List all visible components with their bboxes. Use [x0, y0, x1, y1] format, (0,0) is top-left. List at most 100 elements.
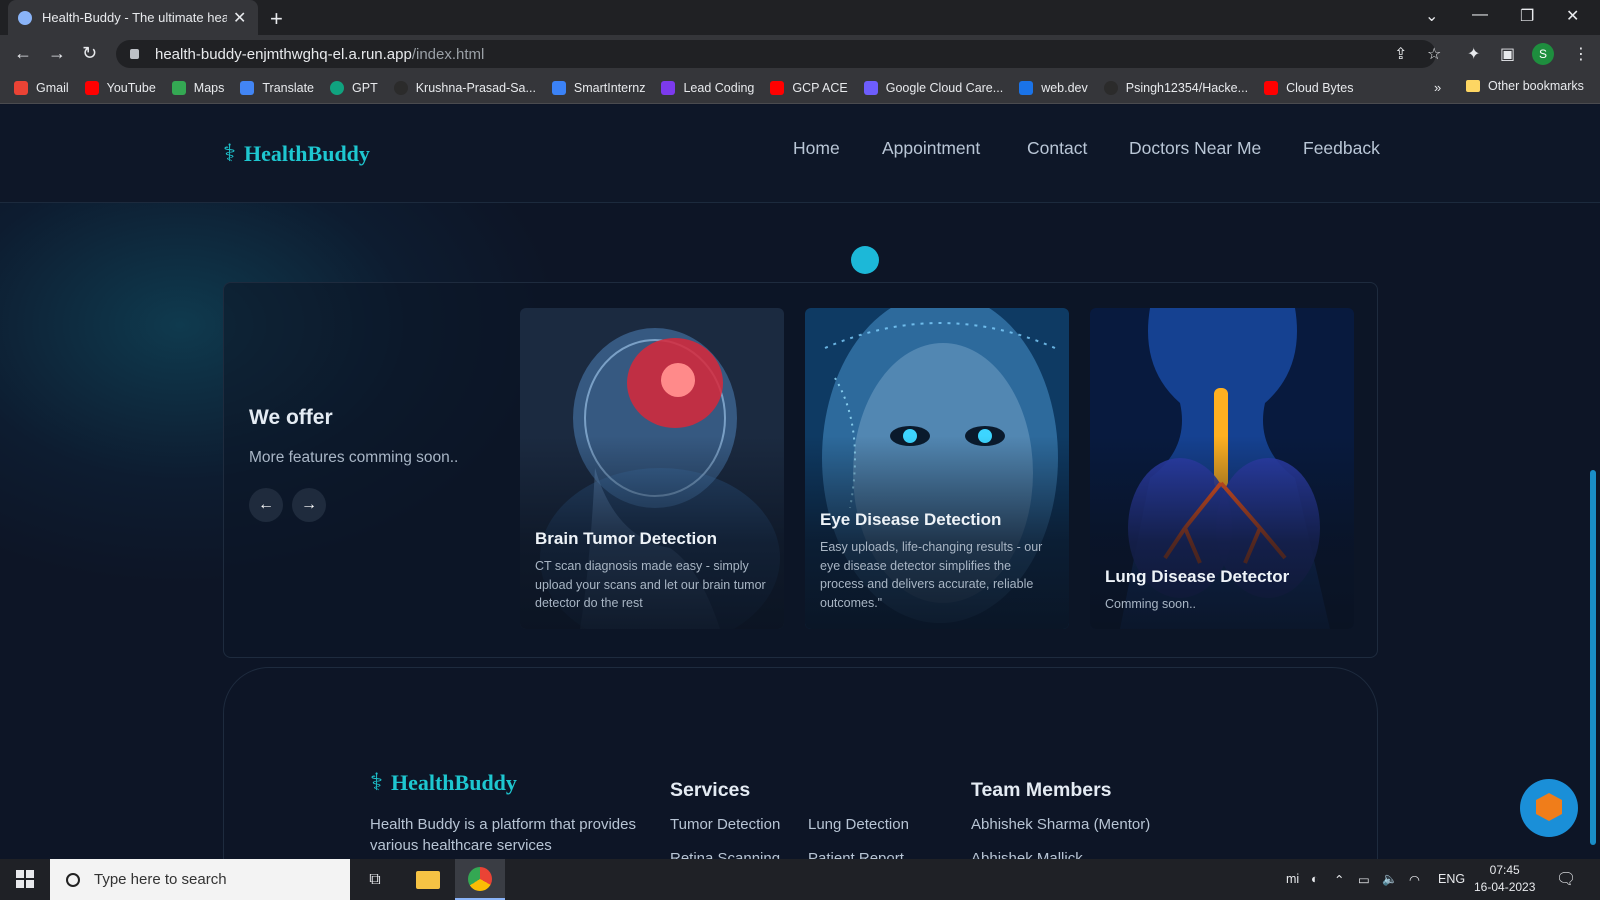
more-bookmarks-button[interactable]: » — [1434, 80, 1441, 95]
caduceus-icon: ⚕ — [370, 769, 383, 796]
bookmark-gpt[interactable]: GPT — [330, 81, 378, 95]
windows-taskbar: Type here to search ⧉ mi ◐ ⌃ ▭ 🔈 ◠ ENG 0… — [0, 859, 1600, 900]
bookmark-star-icon[interactable]: ☆ — [1427, 44, 1441, 64]
services-heading: Services — [670, 779, 751, 801]
youtube-icon — [770, 81, 785, 95]
mi-icon[interactable]: mi — [1286, 872, 1299, 886]
chat-widget-button[interactable] — [1520, 779, 1578, 837]
bookmark-google-cloud-care[interactable]: Google Cloud Care... — [863, 81, 1003, 95]
gmail-icon — [14, 81, 28, 95]
tab-search-icon[interactable]: ⌄ — [1425, 6, 1438, 26]
bookmark-cloud-bytes[interactable]: Cloud Bytes — [1264, 81, 1353, 95]
battery-icon[interactable]: ▭ — [1358, 872, 1370, 887]
smartinternz-icon — [551, 81, 566, 95]
sync-icon[interactable]: ◐ — [1311, 872, 1319, 886]
bookmark-gcp-ace[interactable]: GCP ACE — [770, 81, 848, 95]
browser-tab[interactable]: Health-Buddy - The ultimate hea ✕ — [8, 0, 258, 35]
service-link-retina-scanning[interactable]: Retina Scanning — [670, 850, 780, 859]
caduceus-icon: ⚕ — [223, 140, 236, 167]
service-link-lung-detection[interactable]: Lung Detection — [808, 816, 909, 833]
lock-icon[interactable] — [130, 49, 139, 59]
task-view-icon[interactable]: ⧉ — [350, 859, 400, 900]
taskbar-clock[interactable]: 07:45 16-04-2023 — [1474, 862, 1535, 896]
close-tab-icon[interactable]: ✕ — [233, 8, 246, 28]
next-button[interactable]: → — [292, 488, 326, 522]
prev-button[interactable]: ← — [249, 488, 283, 522]
side-panel-icon[interactable]: ▣ — [1500, 44, 1515, 64]
file-explorer-icon[interactable] — [403, 859, 453, 900]
bookmark-maps[interactable]: Maps — [171, 81, 224, 95]
tab-title: Health-Buddy - The ultimate hea — [42, 10, 227, 25]
clock-time: 07:45 — [1489, 863, 1520, 877]
bookmark-translate[interactable]: Translate — [240, 81, 314, 95]
language-indicator[interactable]: ENG — [1438, 872, 1465, 886]
folder-icon — [1466, 80, 1480, 92]
other-bookmarks[interactable]: Other bookmarks — [1466, 79, 1584, 93]
search-placeholder: Type here to search — [94, 871, 227, 888]
card-description: CT scan diagnosis made easy - simply upl… — [535, 559, 766, 610]
nav-appointment[interactable]: Appointment — [882, 138, 980, 159]
show-hidden-icons-icon[interactable]: ⌃ — [1334, 872, 1344, 887]
nav-feedback[interactable]: Feedback — [1303, 138, 1380, 159]
windows-start-icon[interactable] — [16, 870, 35, 889]
cursor-dot — [851, 246, 879, 274]
bookmark-psingh[interactable]: Psingh12354/Hacke... — [1103, 81, 1248, 95]
chrome-taskbar-icon[interactable] — [455, 859, 505, 900]
team-member: Abhishek Mallick — [971, 850, 1083, 859]
lead-coding-icon — [661, 81, 676, 95]
youtube-icon — [84, 81, 99, 95]
extensions-icon[interactable]: ✦ — [1467, 44, 1480, 64]
team-heading: Team Members — [971, 779, 1112, 801]
minimize-icon[interactable]: — — [1472, 6, 1488, 24]
notifications-icon[interactable]: 🗨 — [1556, 869, 1576, 889]
footer-description: Health Buddy is a platform that provides… — [370, 816, 636, 854]
taskbar-search[interactable]: Type here to search — [50, 859, 350, 900]
chatbot-cube-icon — [1536, 793, 1562, 821]
service-link-tumor-detection[interactable]: Tumor Detection — [670, 816, 780, 833]
restore-icon[interactable]: ❐ — [1520, 6, 1534, 26]
back-icon[interactable]: ← — [14, 43, 32, 64]
bookmark-youtube[interactable]: YouTube — [84, 81, 156, 95]
site-logo[interactable]: ⚕ HealthBuddy — [223, 139, 370, 168]
nav-home[interactable]: Home — [793, 138, 840, 159]
share-icon[interactable]: ⇪ — [1394, 44, 1407, 64]
forward-icon[interactable]: → — [48, 43, 66, 64]
volume-icon[interactable]: 🔈 — [1382, 872, 1398, 887]
wifi-icon[interactable]: ◠ — [1409, 872, 1420, 887]
bookmark-smartinternz[interactable]: SmartInternz — [551, 81, 645, 95]
browser-tab-strip: Health-Buddy - The ultimate hea ✕ + ⌄ — … — [0, 0, 1600, 35]
nav-doctors-near-me[interactable]: Doctors Near Me — [1129, 138, 1261, 159]
menu-kebab-icon[interactable]: ⋮ — [1573, 44, 1589, 64]
profile-avatar[interactable]: S — [1532, 43, 1554, 65]
youtube-icon — [1264, 81, 1279, 95]
site-favicon-icon — [18, 10, 32, 25]
new-tab-icon[interactable]: + — [270, 6, 283, 32]
service-link-patient-report[interactable]: Patient Report — [808, 850, 904, 859]
bookmark-krushna[interactable]: Krushna-Prasad-Sa... — [393, 81, 536, 95]
site-footer: ⚕ HealthBuddy Health Buddy is a platform… — [223, 667, 1378, 859]
nav-contact[interactable]: Contact — [1027, 138, 1087, 159]
address-bar[interactable]: health-buddy-enjmthwghq-el.a.run.app /in… — [116, 40, 1436, 68]
bookmark-web-dev[interactable]: web.dev — [1019, 81, 1088, 95]
section-title: We offer — [249, 406, 333, 429]
page-scrollbar[interactable] — [1590, 470, 1596, 845]
gpt-icon — [330, 81, 345, 95]
bookmark-lead-coding[interactable]: Lead Coding — [661, 81, 754, 95]
feature-card-brain-tumor[interactable]: Brain Tumor Detection CT scan diagnosis … — [520, 308, 784, 629]
web-dev-icon — [1019, 81, 1034, 95]
feature-card-eye-disease[interactable]: Eye Disease Detection Easy uploads, life… — [805, 308, 1069, 629]
feature-card-lung-disease[interactable]: Lung Disease Detector Comming soon.. — [1090, 308, 1354, 629]
footer-logo[interactable]: ⚕ HealthBuddy — [370, 768, 517, 797]
reload-icon[interactable]: ↻ — [82, 43, 97, 64]
github-icon — [1103, 81, 1118, 95]
list-icon — [863, 81, 878, 95]
card-title: Lung Disease Detector — [1105, 567, 1290, 586]
footer-brand-name: HealthBuddy — [390, 769, 517, 795]
url-host: health-buddy-enjmthwghq-el.a.run.app — [155, 45, 412, 63]
site-header: ⚕ HealthBuddy Home Appointment Contact D… — [0, 105, 1600, 203]
maps-icon — [171, 81, 186, 95]
brand-name: HealthBuddy — [243, 140, 370, 166]
bookmark-gmail[interactable]: Gmail — [14, 81, 69, 95]
card-description: Comming soon.. — [1105, 597, 1197, 611]
close-window-icon[interactable]: ✕ — [1566, 6, 1579, 26]
